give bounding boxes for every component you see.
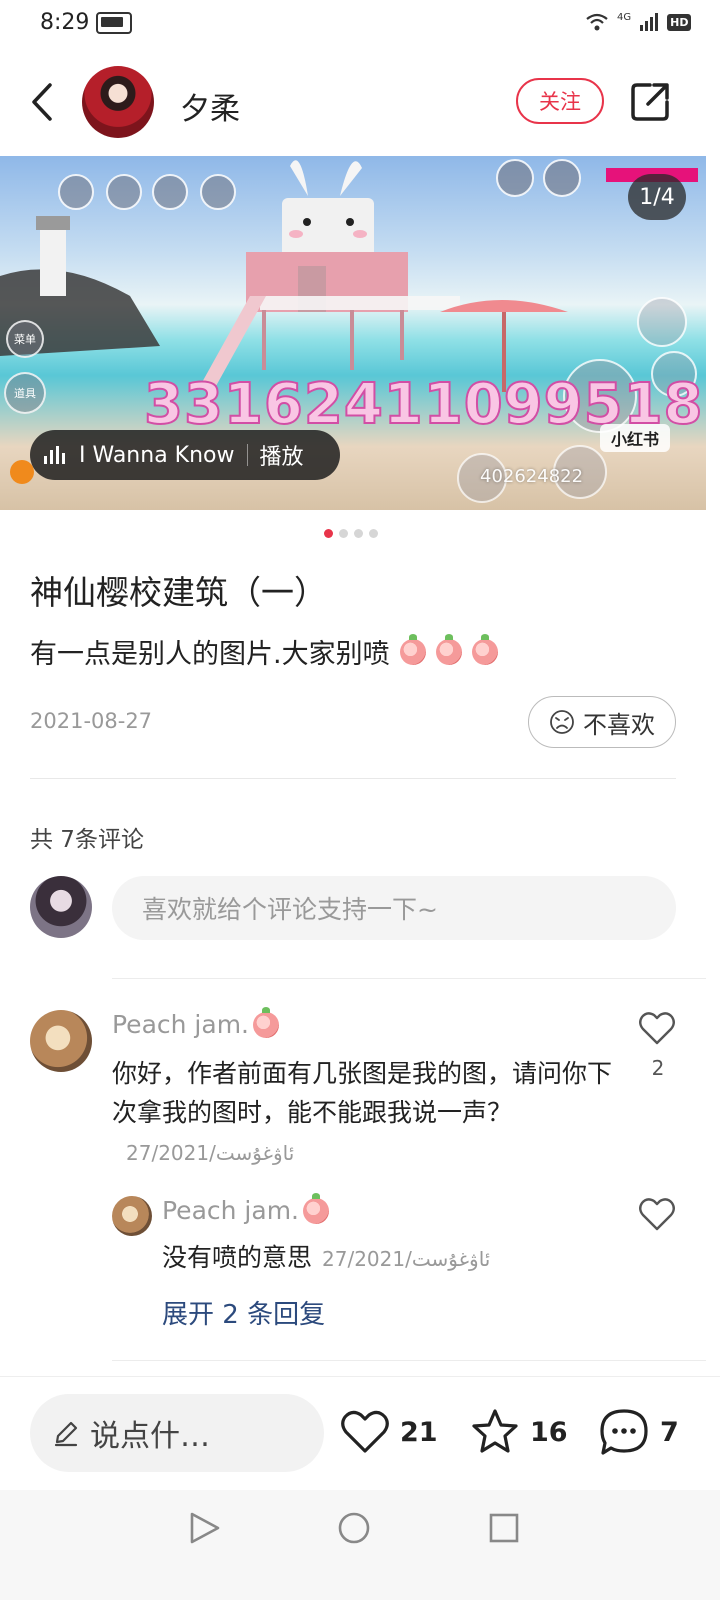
nav-recent-apps-button[interactable]	[486, 1510, 522, 1546]
nav-back-button[interactable]	[186, 1510, 222, 1546]
network-type: 4G	[617, 12, 632, 23]
carousel-dot	[369, 529, 378, 538]
comment-text[interactable]: 你好，作者前面有几张图是我的图，请问你下次拿我的图时，能不能跟我说一声？ ئاۋ…	[112, 1054, 612, 1173]
chevron-left-icon	[32, 83, 52, 121]
author-name[interactable]: 夕柔	[180, 84, 240, 128]
divider	[112, 1360, 706, 1361]
reply-text[interactable]: 没有喷的意思 27/2021/ئاۋغۇست	[162, 1238, 490, 1274]
comment-body: 你好，作者前面有几张图是我的图，请问你下次拿我的图时，能不能跟我说一声？	[112, 1059, 613, 1127]
commenter-name-text: Peach jam.	[112, 1010, 249, 1039]
music-separator	[246, 444, 248, 466]
signal-icon	[640, 13, 659, 31]
battery-icon	[96, 12, 132, 34]
post-body: 有一点是别人的图片.大家别喷	[30, 632, 498, 671]
collect-action-button[interactable]: 16	[470, 1402, 568, 1462]
post-date: 2021-08-27	[30, 709, 153, 733]
share-button[interactable]	[628, 80, 672, 124]
comment-action-button[interactable]: 7	[598, 1402, 679, 1462]
status-bar: 8:29 4G HD	[0, 0, 720, 48]
reply-avatar[interactable]	[112, 1196, 152, 1236]
commenter-avatar[interactable]	[30, 1010, 92, 1072]
status-time: 8:29	[40, 10, 90, 35]
reply-user-name[interactable]: Peach jam.	[162, 1192, 329, 1225]
xiaohongshu-watermark: 小红书	[600, 424, 670, 452]
status-indicators: 4G HD	[585, 12, 692, 32]
music-play-button[interactable]: 播放	[260, 439, 304, 471]
expand-replies-link[interactable]: 展开 2 条回复	[162, 1294, 325, 1331]
carousel-dot	[339, 529, 348, 538]
carousel-dot-active	[324, 529, 333, 538]
follow-button[interactable]: 关注	[516, 78, 604, 124]
reply-date: 27/2021/ئاۋغۇست	[322, 1247, 491, 1271]
music-player-pill[interactable]: I Wanna Know 播放	[30, 430, 340, 480]
image-page-indicator: 1/4	[628, 174, 686, 220]
peach-emoji-icon	[303, 1192, 329, 1224]
peach-emoji-icon	[253, 1006, 279, 1038]
game-prop-button: 道具	[4, 372, 46, 414]
divider	[112, 978, 706, 979]
reply-like-button[interactable]	[638, 1196, 676, 1232]
triangle-back-icon	[190, 1512, 220, 1544]
peach-emoji-icon	[435, 633, 462, 665]
divider	[30, 778, 676, 779]
reply-body: 没有喷的意思	[162, 1243, 313, 1272]
author-avatar[interactable]	[82, 66, 154, 138]
pencil-icon	[54, 1421, 78, 1447]
audio-bars-icon	[44, 446, 65, 464]
heart-outline-icon	[639, 1012, 675, 1045]
comment-like-button[interactable]	[638, 1010, 676, 1046]
comment-count-label: 共 7条评论	[30, 827, 144, 853]
nav-home-button[interactable]	[336, 1510, 372, 1546]
reply-user-name-text: Peach jam.	[162, 1196, 299, 1225]
post-title: 神仙樱校建筑（一）	[30, 573, 327, 612]
collect-count: 16	[530, 1416, 568, 1448]
music-title: I Wanna Know	[79, 442, 235, 468]
comment-date: ئاۋغۇست/27/2021	[126, 1141, 295, 1165]
frown-face-icon	[550, 710, 574, 734]
comment-like-count: 2	[651, 1056, 665, 1080]
heart-outline-icon	[639, 1198, 675, 1231]
dislike-button[interactable]: 不喜欢	[528, 696, 676, 748]
watermark-id: 402624822	[480, 466, 584, 487]
dislike-label: 不喜欢	[583, 710, 655, 739]
back-button[interactable]	[22, 80, 62, 124]
hd-badge: HD	[667, 13, 692, 31]
circle-home-icon	[338, 1512, 370, 1544]
post-body-text: 有一点是别人的图片.大家别喷	[30, 639, 390, 670]
star-outline-icon	[472, 1409, 518, 1453]
peach-emoji-icon	[399, 633, 426, 665]
like-action-button[interactable]: 21	[340, 1402, 438, 1462]
chat-bubble-icon	[600, 1409, 648, 1455]
share-icon	[631, 83, 669, 121]
say-something-label: 说点什…	[90, 1419, 210, 1454]
like-count: 21	[400, 1416, 438, 1448]
carousel-dots	[324, 529, 378, 538]
say-something-input[interactable]: 说点什…	[30, 1394, 324, 1472]
comment-count: 7	[660, 1416, 679, 1448]
carousel-dot	[354, 529, 363, 538]
square-recent-icon	[489, 1513, 519, 1543]
game-menu-button: 菜单	[6, 320, 44, 358]
current-user-avatar	[30, 876, 92, 938]
commenter-name[interactable]: Peach jam.	[112, 1006, 279, 1039]
peach-emoji-icon	[471, 633, 498, 665]
heart-outline-icon	[341, 1410, 389, 1453]
comment-input[interactable]: 喜欢就给个评论支持一下~	[112, 876, 676, 940]
wifi-icon	[586, 13, 608, 31]
